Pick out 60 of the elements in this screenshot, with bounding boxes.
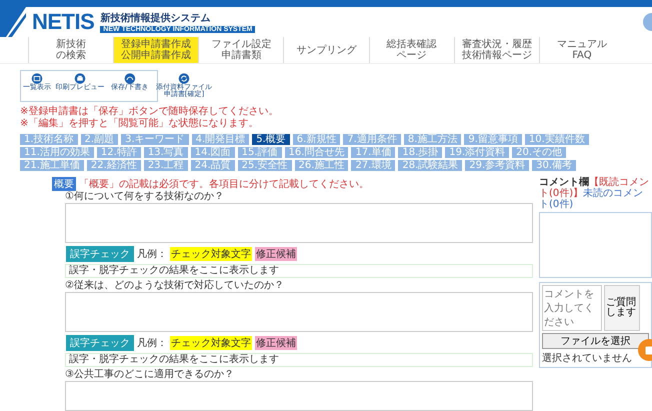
section-tab[interactable]: 17.単価 [351, 147, 396, 158]
section-tab[interactable]: 9.留意事項 [464, 134, 522, 145]
section-tab[interactable]: 28.試験結果 [398, 160, 462, 171]
legend-target: チェック対象文字 [170, 247, 252, 261]
section-tab[interactable]: 10.実績件数 [524, 134, 589, 145]
section-tab[interactable]: 20.その他 [512, 147, 566, 158]
notice-text: ※「編集」を押すと「閲覧可能」な状態になります。 [19, 118, 260, 130]
check-result: 誤字・脱字チェックの結果をここに表示します [65, 264, 533, 278]
logo-text: NETIS [32, 9, 94, 35]
spellcheck-button[interactable]: 誤字チェック [66, 335, 134, 351]
section-tab[interactable]: 21.施工単価 [20, 160, 84, 171]
reply-button[interactable]: ご質問 します [604, 285, 640, 331]
spellcheck-button[interactable]: 誤字チェック [66, 246, 134, 262]
legend-target: チェック対象文字 [170, 336, 252, 350]
system-title: 新技術情報提供システム [100, 11, 212, 25]
section-tab[interactable]: 1.技術名称 [20, 134, 78, 145]
file-status: 選択されていません [542, 352, 633, 365]
section-tab[interactable]: 30.備考 [532, 160, 576, 171]
section-tab[interactable]: 24.品質 [190, 160, 235, 171]
nav-tab[interactable]: 審査状況・履歴 技術情報ページ [454, 37, 539, 63]
section-tab[interactable]: 7.適用条件 [343, 134, 401, 145]
nav-tab[interactable]: 登録申請書作成 公開申請書作成 [113, 37, 198, 63]
nav-tab[interactable]: 総括表確認 ページ [368, 37, 454, 63]
section-tab[interactable]: 25.安全性 [238, 160, 292, 171]
section-tab[interactable]: 27.環境 [351, 160, 396, 171]
nav-tab[interactable]: ファイル設定 申請書類 [198, 37, 284, 63]
section-tab[interactable]: 18.歩掛 [398, 147, 442, 158]
section-tab[interactable]: 8.施工方法 [404, 134, 462, 145]
nav-tab[interactable]: サンプリング [283, 37, 369, 63]
section-tab[interactable]: 15.評価 [238, 147, 282, 158]
question-text: ①何について何をする技術なのか？ [65, 191, 225, 203]
notice-text: ※登録申請書は「保存」ボタンで随時保存してください。 [19, 106, 280, 118]
comment-field[interactable]: コメントを入力してください [542, 285, 602, 331]
check-result: 誤字・脱字チェックの結果をここに表示します [65, 353, 533, 367]
legend-label: 凡例： [137, 248, 167, 261]
section-tab[interactable]: 13.写真 [144, 147, 188, 158]
section-tab[interactable]: 16.問合せ先 [284, 147, 348, 158]
section-tab[interactable]: 3.キーワード [121, 134, 189, 145]
legend-suggestion: 修正候補 [255, 247, 297, 261]
section-tab[interactable]: 29.参考資料 [465, 160, 530, 171]
legend-suggestion: 修正候補 [255, 336, 297, 350]
question-text: ③公共工事のどこに適用できるのか？ [65, 369, 235, 381]
section-tab[interactable]: 4.開発目標 [192, 134, 250, 145]
section-tab[interactable]: 14.図面 [190, 147, 235, 158]
legend-label: 凡例： [137, 337, 167, 350]
section-tab[interactable]: 12.特許 [96, 147, 141, 158]
section-heading: 概要 [52, 177, 76, 191]
section-tab[interactable]: 19.添付資料 [445, 147, 510, 158]
question-text: ②従来は、どのような技術で対応していたのか？ [65, 280, 285, 292]
required-note: 「概要」の記載は必須です。各項目に分けて記載してください。 [79, 178, 369, 190]
section-tab[interactable]: 2.副題 [80, 134, 118, 145]
comment-heading: コメント欄【既読コメント(0件)】未読のコメント(0件) [539, 177, 650, 210]
section-tab[interactable]: 26.施工性 [294, 160, 348, 171]
file-button[interactable]: ファイルを選択 [542, 333, 649, 349]
section-tab[interactable]: 23.工程 [144, 160, 188, 171]
section-tab[interactable]: 6.新規性 [292, 134, 340, 145]
section-tab[interactable]: 5.概要 [252, 134, 290, 145]
nav-tab[interactable]: マニュアル FAQ [538, 37, 624, 63]
section-tab[interactable]: 11.活用の効果 [20, 147, 94, 158]
section-tab[interactable]: 22.経済性 [86, 160, 141, 171]
